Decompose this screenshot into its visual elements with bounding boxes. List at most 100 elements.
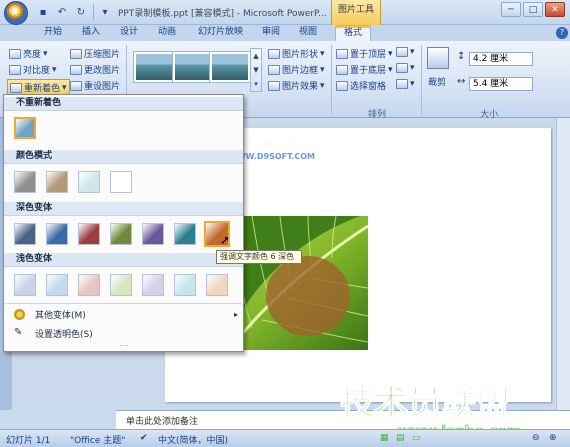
gallery-more-icon[interactable]: ▾ bbox=[254, 80, 258, 88]
swatch-dark-variant[interactable] bbox=[174, 223, 196, 245]
picture-shape-icon bbox=[268, 48, 280, 59]
swatch-light-variant[interactable] bbox=[14, 274, 36, 296]
width-icon: ↔ bbox=[457, 76, 466, 87]
mouse-cursor-icon: ➚ bbox=[220, 233, 231, 247]
picture-style-thumb[interactable] bbox=[134, 52, 174, 82]
selection-pane-icon bbox=[336, 80, 348, 91]
recolor-icon bbox=[10, 82, 22, 93]
picture-border-button[interactable]: 图片边框 ▾ bbox=[268, 63, 325, 76]
leaf-picture[interactable] bbox=[232, 216, 368, 350]
section-no-recolor: 不重新着色 bbox=[4, 97, 243, 111]
view-sorter-icon[interactable]: ▤ bbox=[396, 433, 405, 443]
crop-label[interactable]: 裁剪 bbox=[428, 75, 446, 88]
rotate-icon bbox=[396, 79, 408, 89]
tab-design[interactable]: 设计 bbox=[114, 25, 144, 41]
swatch-washout[interactable] bbox=[78, 171, 100, 193]
tab-review[interactable]: 审阅 bbox=[256, 25, 286, 41]
swatch-light-variant[interactable] bbox=[78, 274, 100, 296]
swatch-dark-variant[interactable] bbox=[14, 223, 36, 245]
swatch-light-variant[interactable] bbox=[206, 274, 228, 296]
picture-style-thumb[interactable] bbox=[210, 52, 250, 82]
eyedropper-icon: ✎ bbox=[14, 327, 23, 338]
compress-icon bbox=[70, 48, 82, 59]
swatch-dark-variant[interactable] bbox=[78, 223, 100, 245]
swatch-black-white[interactable] bbox=[110, 171, 132, 193]
compress-pictures-button[interactable]: 压缩图片 bbox=[70, 47, 120, 60]
close-button[interactable]: ✕ bbox=[545, 2, 565, 17]
change-picture-icon bbox=[70, 64, 82, 75]
theme-name: "Office 主题" bbox=[70, 436, 126, 446]
tab-view[interactable]: 视图 bbox=[293, 25, 323, 41]
rotate-button[interactable]: ▾ bbox=[396, 79, 415, 89]
tab-slideshow[interactable]: 幻灯片放映 bbox=[193, 25, 248, 41]
ribbon-separator bbox=[421, 45, 422, 115]
swatch-no-recolor[interactable] bbox=[14, 117, 36, 139]
zoom-out-icon[interactable]: ⊖ bbox=[532, 433, 540, 443]
swatch-tooltip: 强调文字颜色 6 深色 bbox=[216, 250, 302, 264]
scroll-down-icon[interactable]: ▼ bbox=[253, 66, 258, 74]
swatch-dark-variant[interactable] bbox=[142, 223, 164, 245]
group-button[interactable]: ▾ bbox=[396, 63, 415, 73]
swatch-grayscale[interactable] bbox=[14, 171, 36, 193]
minimize-button[interactable]: ─ bbox=[501, 2, 521, 17]
view-slideshow-icon[interactable]: ▭ bbox=[412, 433, 421, 443]
group-icon bbox=[396, 63, 408, 73]
align-button[interactable]: ▾ bbox=[396, 47, 415, 57]
zoom-in-icon[interactable]: ⊕ bbox=[549, 433, 557, 443]
redo-icon[interactable]: ↻ bbox=[73, 4, 89, 20]
swatch-dark-variant[interactable] bbox=[46, 223, 68, 245]
send-to-back-button[interactable]: 置于底层 ▾ bbox=[336, 63, 393, 76]
swatch-light-variant[interactable] bbox=[142, 274, 164, 296]
section-color-modes: 颜色模式 bbox=[4, 150, 243, 164]
ribbon-separator bbox=[331, 45, 332, 115]
picture-style-thumb[interactable] bbox=[173, 52, 213, 82]
brightness-button[interactable]: 亮度 ▾ bbox=[9, 47, 48, 60]
picture-effects-icon bbox=[268, 80, 280, 91]
section-light-variants: 浅色变体 bbox=[4, 253, 243, 267]
menu-divider bbox=[5, 303, 242, 304]
selection-pane-button[interactable]: 选择窗格 bbox=[336, 79, 386, 92]
maximize-button[interactable]: □ bbox=[523, 2, 543, 17]
vertical-scrollbar[interactable] bbox=[556, 118, 570, 410]
swatch-sepia[interactable] bbox=[46, 171, 68, 193]
resize-grip-icon[interactable]: ···· bbox=[114, 343, 134, 350]
scroll-up-icon[interactable]: ▲ bbox=[253, 52, 258, 60]
view-normal-icon[interactable]: ▦ bbox=[380, 433, 389, 443]
submenu-arrow-icon: ▸ bbox=[233, 310, 238, 319]
picture-border-icon bbox=[268, 64, 280, 75]
spellcheck-icon[interactable]: ✔ bbox=[140, 433, 148, 443]
align-icon bbox=[396, 47, 408, 57]
tab-insert[interactable]: 插入 bbox=[76, 25, 106, 41]
swatch-dark-variant[interactable] bbox=[110, 223, 132, 245]
bring-front-icon bbox=[336, 48, 348, 59]
change-picture-button[interactable]: 更改图片 bbox=[70, 63, 120, 76]
reset-picture-icon bbox=[70, 80, 82, 91]
height-icon: ↕ bbox=[457, 51, 466, 62]
height-input[interactable]: 4.2 厘米 bbox=[469, 52, 533, 66]
style-gallery-scroll[interactable]: ▲ ▼ ▾ bbox=[250, 48, 262, 92]
save-icon[interactable]: ▪ bbox=[35, 4, 51, 20]
picture-effects-button[interactable]: 图片效果 ▾ bbox=[268, 79, 325, 92]
ribbon-tabs: 开始 插入 设计 动画 幻灯片放映 审阅 视图 格式 ? bbox=[0, 25, 570, 41]
window-title: PPT录制模板.ppt [兼容模式] - Microsoft PowerP... bbox=[118, 9, 327, 19]
picture-tools-context-label: 图片工具 bbox=[331, 0, 381, 25]
undo-icon[interactable]: ↶ bbox=[54, 4, 70, 20]
reset-picture-button[interactable]: 重设图片 bbox=[70, 79, 120, 92]
contrast-button[interactable]: 对比度 ▾ bbox=[9, 63, 57, 76]
swatch-light-variant[interactable] bbox=[110, 274, 132, 296]
swatch-light-variant[interactable] bbox=[46, 274, 68, 296]
qat-customize-icon[interactable]: ▾ bbox=[97, 4, 113, 20]
picture-shape-button[interactable]: 图片形状 ▾ bbox=[268, 47, 325, 60]
width-input[interactable]: 5.4 厘米 bbox=[469, 77, 533, 91]
language-indicator[interactable]: 中文(简体，中国) bbox=[158, 433, 228, 446]
help-icon[interactable]: ? bbox=[556, 27, 568, 39]
set-transparent-color-menu-item[interactable]: ✎ 设置透明色(S) bbox=[5, 324, 242, 343]
tab-home[interactable]: 开始 bbox=[38, 25, 68, 41]
tab-format[interactable]: 格式 bbox=[335, 25, 371, 41]
bring-to-front-button[interactable]: 置于顶层 ▾ bbox=[336, 47, 393, 60]
tab-animation[interactable]: 动画 bbox=[152, 25, 182, 41]
more-variants-menu-item[interactable]: 其他变体(M) ▸ bbox=[5, 305, 242, 324]
office-button[interactable] bbox=[4, 1, 28, 25]
swatch-light-variant[interactable] bbox=[174, 274, 196, 296]
crop-icon[interactable] bbox=[427, 47, 449, 69]
